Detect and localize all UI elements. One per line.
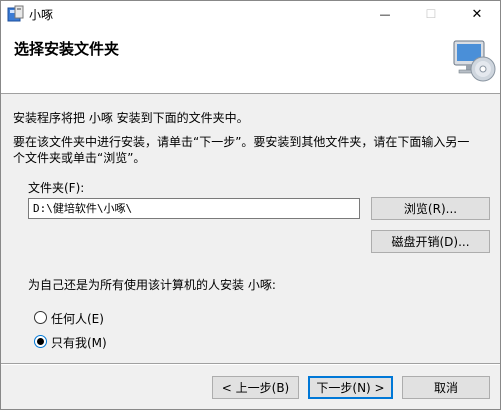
cancel-button-label: 取消 (433, 381, 458, 395)
folder-path-input[interactable]: D:\健培软件\小啄\ (28, 198, 360, 219)
minimize-icon: — (379, 7, 391, 21)
maximize-button: ☐ (408, 1, 454, 27)
browse-button[interactable]: 浏览(R)... (371, 197, 490, 220)
intro-text: 安装程序将把 小啄 安装到下面的文件夹中。 (13, 111, 249, 125)
next-button[interactable]: 下一步(N) > (308, 376, 393, 399)
installer-app-icon (7, 5, 24, 22)
disk-cost-button-label: 磁盘开销(D)... (391, 235, 470, 249)
window-title: 小啄 (29, 8, 54, 22)
installer-window: 小啄 — ☐ ✕ 选择安装文件夹 安装程序将把 小啄 安装到下面的文件夹中。 要… (0, 0, 501, 410)
radio-everyone[interactable] (34, 311, 47, 324)
page-title: 选择安装文件夹 (14, 40, 120, 58)
title-bar: 小啄 — ☐ ✕ (1, 1, 500, 27)
close-button[interactable]: ✕ (454, 1, 500, 27)
install-for-question: 为自己还是为所有使用该计算机的人安装 小啄: (28, 278, 276, 292)
close-icon: ✕ (471, 6, 483, 22)
folder-label: 文件夹(F): (28, 181, 85, 195)
maximize-icon: ☐ (425, 7, 437, 21)
back-button[interactable]: < 上一步(B) (212, 376, 299, 399)
wizard-header: 选择安装文件夹 (1, 27, 500, 94)
next-button-label: 下一步(N) > (316, 381, 385, 395)
cancel-button[interactable]: 取消 (402, 376, 490, 399)
radio-just-me-label[interactable]: 只有我(M) (51, 334, 107, 351)
radio-everyone-label[interactable]: 任何人(E) (51, 310, 104, 327)
minimize-button[interactable]: — (362, 1, 408, 27)
computer-cd-icon (453, 40, 496, 82)
instructions-line-1: 要在该文件夹中进行安装，请单击“下一步”。要安装到其他文件夹，请在下面输入另一 (13, 135, 470, 149)
footer-separator (1, 363, 500, 365)
browse-button-label: 浏览(R)... (403, 202, 458, 216)
radio-just-me[interactable] (34, 335, 47, 348)
disk-cost-button[interactable]: 磁盘开销(D)... (371, 230, 490, 253)
instructions-line-2: 个文件夹或单击“浏览”。 (13, 151, 146, 165)
back-button-label: < 上一步(B) (221, 381, 290, 395)
